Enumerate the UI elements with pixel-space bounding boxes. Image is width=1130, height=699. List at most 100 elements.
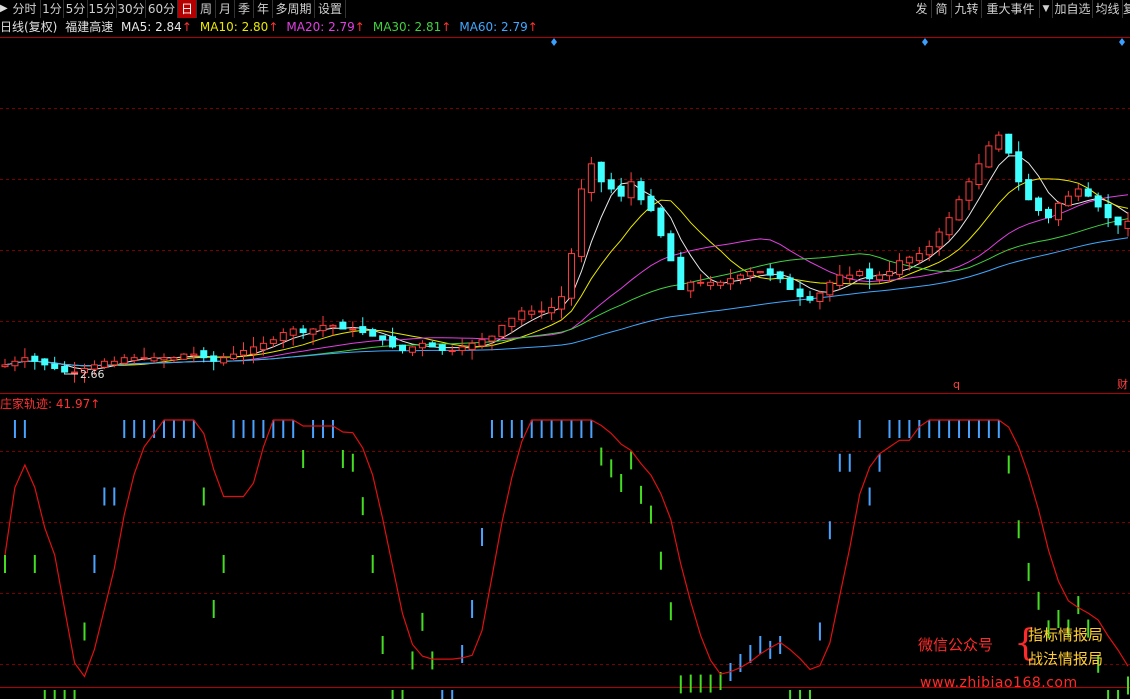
candlesticks xyxy=(1,131,1130,383)
candle-body-54 xyxy=(538,310,546,313)
candle-body-63 xyxy=(627,181,635,199)
candle-body-80 xyxy=(796,288,804,298)
period-tab-5[interactable]: 60分 xyxy=(146,0,178,18)
toolbar-right-item-2[interactable]: 九转 xyxy=(952,0,982,18)
candle-body-32 xyxy=(319,324,327,332)
candle-body-67 xyxy=(667,233,675,262)
candle-body-1 xyxy=(11,360,19,367)
period-tab-12[interactable]: 设置 xyxy=(315,0,346,18)
candle-body-40 xyxy=(399,344,407,352)
candle-body-72 xyxy=(717,281,725,286)
candle-body-70 xyxy=(697,281,705,284)
watermark-url: www.zhibiao168.com xyxy=(920,675,1078,691)
ma-legend: 日线(复权) 福建高速 MA5: 2.84↑ MA10: 2.80↑ MA20: 2… xyxy=(0,19,550,36)
period-tab-8[interactable]: 月 xyxy=(216,0,235,18)
candle-body-19 xyxy=(190,353,198,357)
toolbar-right-item-0[interactable]: 发 xyxy=(912,0,932,18)
candle-body-5 xyxy=(51,363,59,369)
candle-body-82 xyxy=(816,292,824,302)
candle-body-111 xyxy=(1104,204,1112,219)
watermark-line2: 战法情报局 xyxy=(1028,650,1104,668)
toolbar-right-item-4[interactable]: ▼ xyxy=(1040,0,1053,18)
period-tab-2[interactable]: 5分 xyxy=(64,0,88,18)
ma-legend-item-0: MA5: 2.84↑ xyxy=(121,20,192,34)
candle-body-56 xyxy=(558,296,566,310)
candle-body-79 xyxy=(786,277,794,290)
candle-body-78 xyxy=(776,271,784,280)
toolbar-right-item-1[interactable]: 简 xyxy=(932,0,952,18)
candle-body-47 xyxy=(468,342,476,351)
candle-body-97 xyxy=(965,181,973,201)
candle-body-3 xyxy=(31,355,39,362)
candle-body-7 xyxy=(71,371,79,374)
candle-body-25 xyxy=(249,346,257,355)
period-tab-1[interactable]: 1分 xyxy=(41,0,64,18)
candle-body-45 xyxy=(448,350,456,353)
toolbar-right-item-3[interactable]: 重大事件 xyxy=(982,0,1040,18)
candle-body-93 xyxy=(925,245,933,256)
candle-body-110 xyxy=(1094,195,1102,208)
candle-body-57 xyxy=(567,253,575,299)
candle-body-99 xyxy=(985,145,993,168)
period-tab-11[interactable]: 多周期 xyxy=(273,0,315,18)
ma-arrow-4: ↑ xyxy=(527,20,538,34)
candle-body-41 xyxy=(408,346,416,353)
candle-body-85 xyxy=(846,274,854,280)
candle-body-77 xyxy=(766,268,774,276)
candle-body-29 xyxy=(289,328,297,336)
candle-body-46 xyxy=(458,346,466,352)
candle-body-14 xyxy=(140,357,148,360)
event-diamond-2 xyxy=(1119,38,1125,46)
candle-body-107 xyxy=(1064,195,1072,207)
stock-chart: 2.66 q 财 xyxy=(0,37,1130,699)
candle-body-49 xyxy=(488,335,496,342)
candle-body-22 xyxy=(220,357,228,364)
toolbar-right-item-7[interactable]: 复 xyxy=(1123,0,1130,18)
candle-body-27 xyxy=(269,339,277,344)
candle-body-62 xyxy=(617,185,625,197)
marker-q: q xyxy=(953,378,960,391)
candle-body-73 xyxy=(726,278,734,285)
period-tab-6[interactable]: 日 xyxy=(178,0,197,18)
candle-body-105 xyxy=(1044,208,1052,219)
candle-body-31 xyxy=(309,328,317,335)
candle-body-60 xyxy=(597,161,605,183)
candle-body-88 xyxy=(876,274,884,281)
toolbar-right-item-6[interactable]: 均线 xyxy=(1093,0,1123,18)
candle-body-113 xyxy=(1124,220,1130,229)
candle-body-23 xyxy=(230,353,238,360)
watermark-line1: 指标情报局 xyxy=(1028,626,1104,644)
period-tab-7[interactable]: 周 xyxy=(197,0,216,18)
candle-body-112 xyxy=(1114,216,1122,226)
candle-body-106 xyxy=(1054,202,1062,221)
candle-body-35 xyxy=(349,328,357,331)
candle-body-39 xyxy=(389,336,397,348)
ma-arrow-1: ↑ xyxy=(268,20,279,34)
period-tab-3[interactable]: 15分 xyxy=(88,0,117,18)
ma-legend-item-1: MA10: 2.80↑ xyxy=(199,20,279,34)
play-icon[interactable]: ▶ xyxy=(0,2,8,16)
candle-body-17 xyxy=(170,357,178,361)
candle-body-55 xyxy=(548,306,556,314)
period-tab-4[interactable]: 30分 xyxy=(117,0,146,18)
candle-body-76 xyxy=(756,271,764,274)
candle-body-87 xyxy=(866,268,874,280)
candle-body-98 xyxy=(975,163,983,186)
period-tab-10[interactable]: 年 xyxy=(254,0,273,18)
candle-body-48 xyxy=(478,339,486,347)
event-diamond-1 xyxy=(922,38,928,46)
event-diamond-0 xyxy=(551,38,557,46)
candle-body-66 xyxy=(657,207,665,237)
candle-body-42 xyxy=(418,342,426,349)
period-tab-0[interactable]: 分时 xyxy=(9,0,41,18)
candle-body-37 xyxy=(369,329,377,337)
marker-cai: 财 xyxy=(1117,377,1128,391)
period-toolbar: ▶ 分时 1分 5分 15分 30分 60分日周月季年多周期 设置 发简九转 重大事件 ▼ 加自选 均线… xyxy=(0,0,1130,19)
period-tab-9[interactable]: 季 xyxy=(235,0,254,18)
candle-body-74 xyxy=(736,274,744,280)
toolbar-right-item-5[interactable]: 加自选 xyxy=(1053,0,1093,18)
ma-line-3 xyxy=(4,218,1129,367)
candle-body-24 xyxy=(240,350,248,356)
candle-body-34 xyxy=(339,321,347,330)
candle-body-52 xyxy=(518,310,526,321)
